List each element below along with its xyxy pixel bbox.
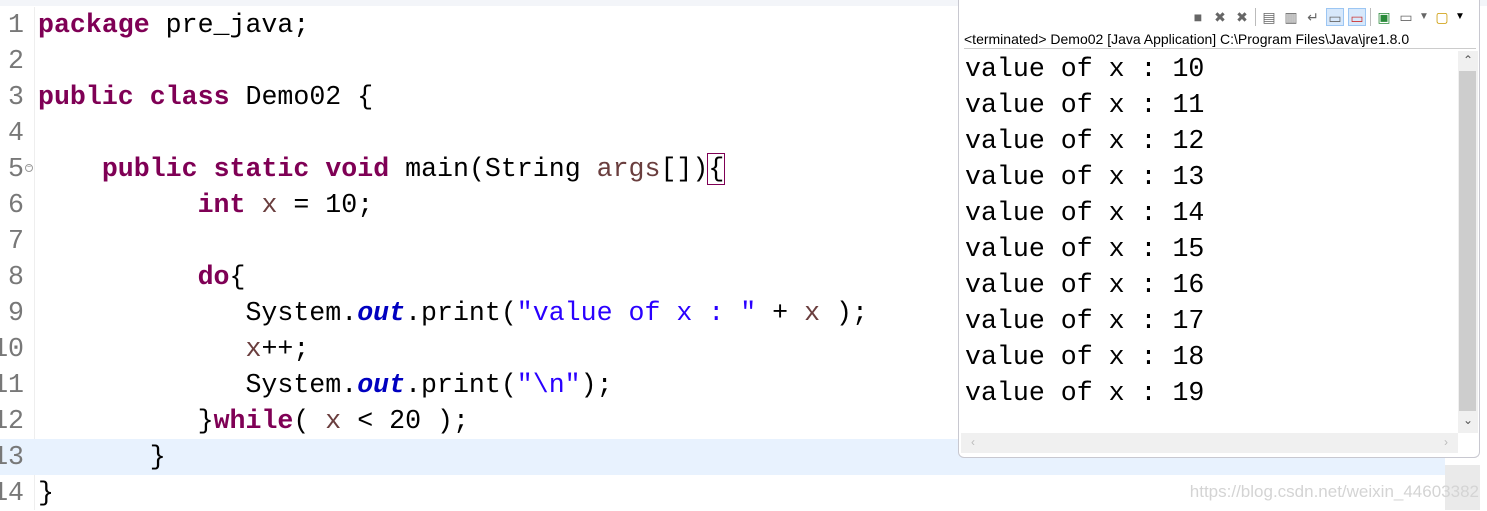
show-on-stdout-icon[interactable]: ▭: [1326, 8, 1344, 26]
code-text: < 20 );: [341, 406, 469, 436]
scroll-lock-icon[interactable]: ▥: [1282, 8, 1300, 26]
remove-all-terminated-icon[interactable]: ✖: [1233, 8, 1251, 26]
code-text: ++;: [261, 334, 310, 364]
output-line: value of x : 19: [965, 378, 1205, 408]
code-text: pre_java;: [149, 10, 310, 40]
static-field: out: [357, 298, 406, 328]
scroll-right-icon[interactable]: ›: [1436, 435, 1456, 449]
keyword: package: [38, 10, 150, 40]
code-text: }: [197, 406, 214, 436]
bracket-match: {: [707, 153, 726, 185]
fold-collapse-icon[interactable]: −: [25, 164, 33, 172]
variable: args: [596, 154, 661, 184]
console-output[interactable]: value of x : 10 value of x : 11 value of…: [959, 51, 1459, 433]
code-text: (: [293, 406, 326, 436]
line-number: 10: [0, 334, 24, 364]
clear-console-icon[interactable]: ▤: [1260, 8, 1278, 26]
code-text: }: [38, 478, 54, 508]
code-text: System.: [245, 298, 358, 328]
line-number: 8: [8, 262, 24, 292]
output-line: value of x : 16: [965, 270, 1205, 300]
code-text: +: [756, 298, 805, 328]
console-toolbar: ■ ✖ ✖ ▤ ▥ ↵ ▭ ▭ ▣ ▭ ▼ ▢ ▼: [1189, 8, 1465, 26]
line-number: 14: [0, 478, 24, 508]
keyword: class: [149, 82, 230, 112]
code-text: {: [229, 262, 246, 292]
scroll-left-icon[interactable]: ‹: [963, 435, 983, 449]
code-text: }: [149, 442, 166, 472]
keyword: public: [38, 82, 134, 112]
pin-console-icon[interactable]: ▣: [1375, 8, 1393, 26]
output-line: value of x : 18: [965, 342, 1205, 372]
keyword: static: [213, 154, 310, 184]
line-number: 2: [8, 46, 24, 76]
line-number: 13: [0, 442, 24, 472]
line-number: 11: [0, 370, 24, 400]
console-header: <terminated> Demo02 [Java Application] C…: [964, 30, 1476, 49]
code-text: .print(: [405, 370, 517, 400]
keyword: void: [325, 154, 390, 184]
output-line: value of x : 10: [965, 54, 1205, 84]
code-text: []): [660, 154, 709, 184]
show-on-stderr-icon[interactable]: ▭: [1348, 8, 1366, 26]
line-number: 6: [8, 190, 24, 220]
console-view: ■ ✖ ✖ ▤ ▥ ↵ ▭ ▭ ▣ ▭ ▼ ▢ ▼ <terminated> D…: [958, 0, 1480, 458]
variable: x: [804, 298, 821, 328]
word-wrap-icon[interactable]: ↵: [1304, 8, 1322, 26]
watermark: https://blog.csdn.net/weixin_44603382: [1189, 482, 1479, 501]
code-text: main(String: [389, 154, 597, 184]
keyword: do: [197, 262, 230, 292]
string-literal: "\n": [516, 370, 581, 400]
line-number: 7: [8, 226, 24, 256]
line-number: 1: [8, 10, 24, 40]
static-field: out: [357, 370, 406, 400]
scroll-down-icon[interactable]: ⌄: [1458, 413, 1478, 427]
code-text: Demo02 {: [229, 82, 374, 112]
variable: x: [261, 190, 278, 220]
string-literal: "value of x : ": [516, 298, 757, 328]
output-line: value of x : 13: [965, 162, 1205, 192]
terminate-icon[interactable]: ■: [1189, 8, 1207, 26]
code-text: );: [820, 298, 868, 328]
output-line: value of x : 15: [965, 234, 1205, 264]
remove-launch-icon[interactable]: ✖: [1211, 8, 1229, 26]
toolbar-separator: [1255, 8, 1256, 26]
line-number: 4: [8, 118, 24, 148]
code-text: System.: [245, 370, 358, 400]
keyword: while: [213, 406, 294, 436]
console-horizontal-scrollbar[interactable]: ‹ ›: [961, 433, 1458, 453]
keyword: public: [101, 154, 198, 184]
line-number: 3: [8, 82, 24, 112]
scrollbar-thumb[interactable]: [1459, 71, 1476, 411]
output-line: value of x : 11: [965, 90, 1205, 120]
code-text: = 10;: [277, 190, 374, 220]
variable: x: [245, 334, 262, 364]
line-number: 12: [0, 406, 24, 436]
console-vertical-scrollbar[interactable]: ⌃ ⌄: [1458, 51, 1478, 433]
output-line: value of x : 14: [965, 198, 1205, 228]
output-line: value of x : 12: [965, 126, 1205, 156]
scroll-up-icon[interactable]: ⌃: [1458, 53, 1478, 67]
dropdown-icon[interactable]: ▼: [1419, 8, 1429, 26]
toolbar-separator: [1370, 8, 1371, 26]
display-console-icon[interactable]: ▭: [1397, 8, 1415, 26]
dropdown-icon[interactable]: ▼: [1455, 8, 1465, 26]
code-text: );: [580, 370, 613, 400]
code-text: .print(: [405, 298, 517, 328]
line-number: 5: [8, 154, 24, 184]
open-console-icon[interactable]: ▢: [1433, 8, 1451, 26]
output-line: value of x : 17: [965, 306, 1205, 336]
keyword: int: [197, 190, 246, 220]
variable: x: [325, 406, 342, 436]
line-number: 9: [8, 298, 24, 328]
